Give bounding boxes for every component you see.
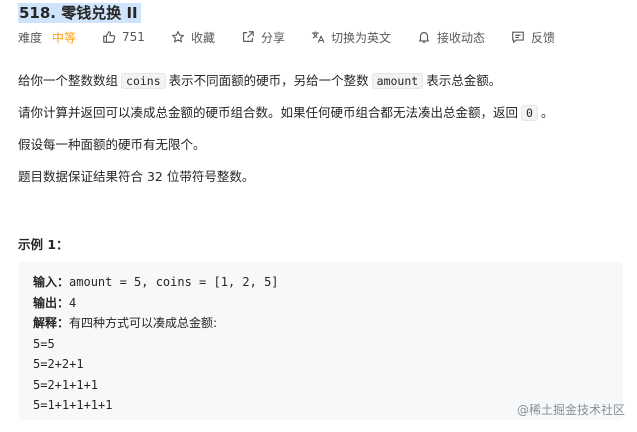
difficulty-label: 难度 [18, 30, 43, 45]
share-button[interactable]: 分享 [241, 29, 285, 46]
output-value: 4 [69, 295, 77, 310]
explain-label: 解释： [33, 316, 70, 330]
example-line: 5=1+1+1+1+1 [33, 398, 113, 412]
share-label: 分享 [260, 30, 285, 45]
desc-paragraph-2: 请你计算并返回可以凑成总金额的硬币组合数。如果任何硬币组合都无法凑出总金额，返回… [18, 104, 623, 122]
like-button[interactable]: 751 [102, 30, 145, 44]
difficulty-value: 中等 [52, 30, 77, 45]
share-icon [241, 30, 255, 44]
bell-icon [417, 30, 431, 44]
problem-title[interactable]: 518. 零钱兑换 II [18, 3, 141, 23]
example-line: 5=2+1+1+1 [33, 377, 99, 392]
language-label: 切换为英文 [330, 30, 391, 45]
desc-text: 请你计算并返回可以凑成总金额的硬币组合数。如果任何硬币组合都无法凑出总金额，返回 [18, 105, 519, 120]
feedback-button[interactable]: 反馈 [511, 29, 555, 46]
example-output-line: 输出：4 [33, 293, 279, 314]
feedback-label: 反馈 [531, 30, 556, 45]
desc-text: 给你一个整数数组 [18, 73, 119, 88]
feedback-icon [511, 30, 525, 44]
example-line: 5=2+2+1 [33, 357, 84, 371]
desc-paragraph-1: 给你一个整数数组 coins 表示不同面额的硬币，另给一个整数 amount 表示总金额… [18, 72, 623, 90]
example-line: 5=5 [33, 336, 55, 351]
title-row: 518. 零钱兑换 II [18, 2, 141, 24]
notify-button[interactable]: 接收动态 [417, 29, 485, 46]
translate-icon [311, 30, 325, 44]
favorite-label: 收藏 [190, 30, 215, 45]
desc-paragraph-3: 假设每一种面额的硬币有无限个。 [18, 137, 206, 152]
input-label: 输入： [33, 275, 70, 289]
difficulty: 难度 中等 [18, 29, 76, 46]
code-amount: amount [371, 73, 424, 89]
code-zero: 0 [521, 105, 538, 121]
meta-bar: 难度 中等 751 收藏 分享 切换为英文 接收动态 反馈 [18, 26, 581, 48]
watermark: @稀土掘金技术社区 [516, 403, 625, 417]
explain-value: 有四种方式可以凑成总金额: [69, 316, 218, 330]
example-input-line: 输入：amount = 5, coins = [1, 2, 5] [33, 272, 279, 293]
example-title: 示例 1： [18, 237, 69, 252]
example-block: 输入：amount = 5, coins = [1, 2, 5] 输出：4 解释… [18, 262, 623, 420]
notify-label: 接收动态 [436, 30, 485, 45]
desc-text: 表示不同面额的硬币，另给一个整数 [168, 73, 369, 88]
output-label: 输出： [33, 295, 70, 310]
language-switch-button[interactable]: 切换为英文 [311, 29, 391, 46]
desc-text: 表示总金额。 [426, 73, 502, 88]
problem-page: 518. 零钱兑换 II 难度 中等 751 收藏 分享 切换为英文 接收动态 … [0, 0, 637, 432]
desc-text: 。 [540, 105, 554, 120]
input-value: amount = 5, coins = [1, 2, 5] [69, 275, 279, 289]
example-content: 输入：amount = 5, coins = [1, 2, 5] 输出：4 解释… [33, 272, 279, 416]
favorite-button[interactable]: 收藏 [171, 29, 215, 46]
thumbs-up-icon [102, 30, 116, 44]
desc-paragraph-4: 题目数据保证结果符合 32 位带符号整数。 [18, 169, 255, 184]
star-icon [171, 30, 185, 44]
problem-description: 给你一个整数数组 coins 表示不同面额的硬币，另给一个整数 amount 表示总金额… [18, 72, 623, 200]
example-explain-line: 解释：有四种方式可以凑成总金额: [33, 313, 279, 334]
code-coins: coins [121, 73, 166, 89]
like-count: 751 [122, 30, 145, 44]
